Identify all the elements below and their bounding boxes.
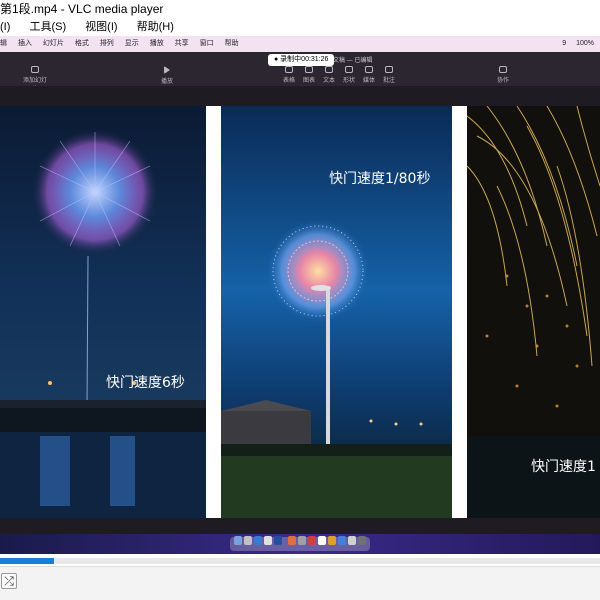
media-icon bbox=[365, 66, 373, 73]
safari-icon bbox=[254, 536, 262, 545]
document-title: 文稿 — 已编辑 bbox=[333, 58, 373, 64]
mac-menu-view: 显示 bbox=[124, 40, 139, 47]
mac-menubar: 辑 插入 幻灯片 格式 排列 显示 播放 共享 窗口 帮助 9 100% bbox=[0, 36, 600, 52]
photoshop-icon bbox=[274, 536, 282, 545]
mac-menu-play: 播放 bbox=[149, 40, 164, 47]
photo-long-exposure: 快门速度6秒 bbox=[0, 106, 206, 518]
text-icon bbox=[325, 66, 333, 73]
keynote-icon bbox=[328, 536, 336, 545]
music-icon bbox=[308, 536, 316, 545]
collaborate-icon bbox=[499, 66, 507, 73]
shuffle-button[interactable]: ⤮ bbox=[1, 573, 17, 589]
window-title: 第1段.mp4 - VLC media player bbox=[0, 0, 600, 18]
menu-item-help[interactable]: 帮助(H) bbox=[137, 21, 174, 33]
trash-icon bbox=[358, 536, 366, 545]
mac-menu-share: 共享 bbox=[174, 40, 189, 47]
comment-icon bbox=[385, 66, 393, 73]
playback-controls: ⤮ bbox=[0, 566, 600, 600]
photo-city-fireworks: 快门速度1 bbox=[467, 106, 600, 518]
caption-6s: 快门速度6秒 bbox=[106, 375, 185, 391]
slide-canvas: 快门速度6秒 快门速度1/80秒 快门速度1 bbox=[0, 86, 600, 534]
seek-progress bbox=[0, 558, 54, 564]
settings-icon bbox=[298, 536, 306, 545]
app-icon-2 bbox=[338, 536, 346, 545]
notification-count: 9 bbox=[562, 40, 567, 47]
mac-menu-arrange: 排列 bbox=[99, 40, 114, 47]
finder-icon bbox=[234, 536, 242, 545]
video-area[interactable]: 辑 插入 幻灯片 格式 排列 显示 播放 共享 窗口 帮助 9 100% ● 录… bbox=[0, 36, 600, 554]
app-icon bbox=[288, 536, 296, 545]
caption-1-partial: 快门速度1 bbox=[531, 459, 596, 475]
app-icon-3 bbox=[348, 536, 356, 545]
seek-bar[interactable] bbox=[0, 558, 600, 564]
mac-menu-help: 帮助 bbox=[224, 40, 239, 47]
play-icon bbox=[164, 66, 170, 74]
menu-item-view[interactable]: 视图(I) bbox=[85, 21, 117, 33]
mac-menu-format: 格式 bbox=[74, 40, 89, 47]
mac-dock bbox=[0, 534, 600, 554]
firework-image-1 bbox=[0, 128, 206, 518]
mac-menu-slide: 幻灯片 bbox=[42, 40, 64, 47]
divider-1 bbox=[206, 106, 221, 518]
launchpad-icon bbox=[244, 536, 252, 545]
recording-indicator: ● 录制中00:31:26 bbox=[268, 54, 335, 66]
menu-item-tools[interactable]: 工具(S) bbox=[29, 21, 66, 33]
mac-menu-insert: 插入 bbox=[17, 40, 32, 47]
vlc-menubar: (I) 工具(S) 视图(I) 帮助(H) bbox=[0, 18, 600, 36]
plus-icon bbox=[31, 66, 39, 73]
battery-percent: 100% bbox=[576, 40, 594, 47]
mac-menu-window: 窗口 bbox=[199, 40, 214, 47]
divider-2 bbox=[452, 106, 467, 518]
lrc-icon bbox=[264, 536, 272, 545]
shape-icon bbox=[345, 66, 353, 73]
mac-menu-partial: 辑 bbox=[0, 40, 7, 47]
comment-button: 批注 bbox=[376, 66, 402, 84]
play-button: 播放 bbox=[154, 66, 180, 85]
chrome-icon bbox=[318, 536, 326, 545]
menu-item-1[interactable]: (I) bbox=[0, 21, 10, 33]
caption-1-80s: 快门速度1/80秒 bbox=[329, 171, 431, 187]
collaborate-button: 协作 bbox=[490, 66, 516, 84]
chart-icon bbox=[305, 66, 313, 73]
photo-fast-shutter: 快门速度1/80秒 bbox=[221, 106, 452, 518]
keynote-toolbar: ● 录制中00:31:26 文稿 — 已编辑 添加幻灯片 播放 表格 图表 文本… bbox=[0, 52, 600, 93]
table-icon bbox=[285, 66, 293, 73]
